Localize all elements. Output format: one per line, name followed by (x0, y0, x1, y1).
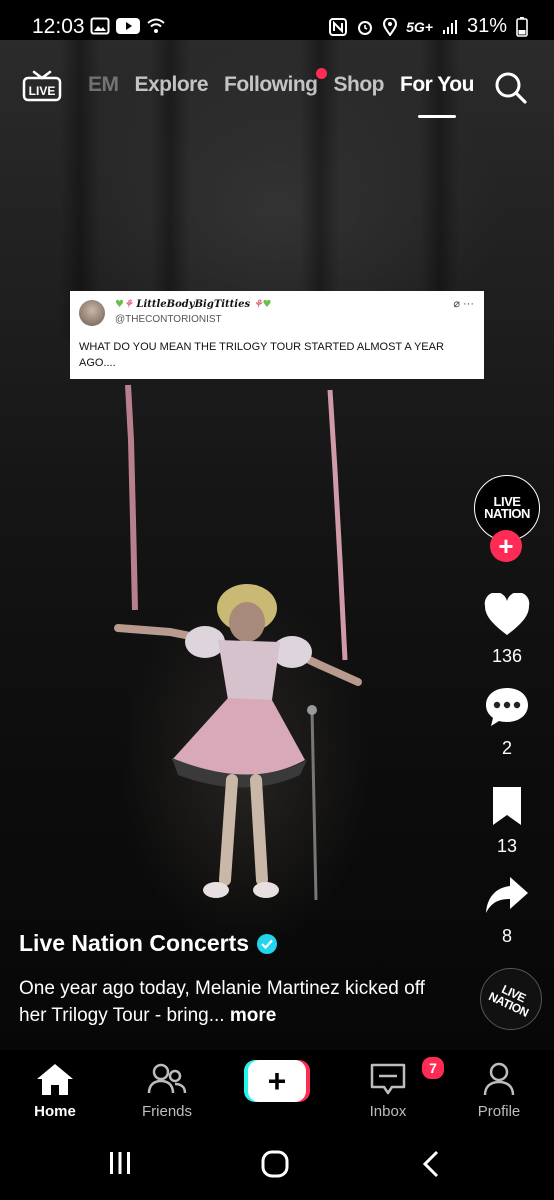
wifi-icon (147, 18, 165, 33)
gallery-icon (90, 17, 110, 35)
tweet-text: WHAT DO YOU MEAN THE TRILOGY TOUR STARTE… (79, 341, 444, 369)
notification-dot (315, 68, 327, 79)
comment-icon (486, 688, 528, 726)
share-arrow-icon (486, 877, 528, 913)
creator-name[interactable]: Live Nation Concerts (19, 930, 278, 957)
bottom-nav: Home Friends + 7 Inbox Profile (0, 1050, 554, 1138)
performer-figure (114, 384, 362, 901)
creator-name-text: Live Nation Concerts (19, 930, 250, 956)
verified-badge-icon (257, 933, 278, 954)
tweet-handle: @THECONTORIONIST (115, 314, 222, 325)
share-button[interactable]: 8 (474, 873, 540, 947)
tab-following-label: Following (224, 73, 318, 96)
comment-button[interactable]: 2 (474, 685, 540, 759)
bookmark-icon (493, 787, 521, 825)
tab-explore[interactable]: Explore (135, 73, 209, 97)
follow-button[interactable]: + (490, 530, 522, 562)
nav-profile[interactable]: Profile (454, 1062, 544, 1120)
network-label: 5G+ (406, 18, 433, 35)
like-count: 136 (491, 646, 523, 666)
tweet-display-name: ♥⚘ LittleBodyBigTitties ⚘♥ (115, 299, 272, 310)
profile-icon (483, 1062, 515, 1096)
inbox-badge: 7 (420, 1055, 446, 1081)
nav-inbox-label: Inbox (369, 1103, 407, 1120)
caption-more-link[interactable]: more (230, 1005, 276, 1026)
status-time: 12:03 (32, 15, 85, 38)
nav-friends[interactable]: Friends (122, 1062, 212, 1120)
plus-icon: + (248, 1060, 306, 1102)
inbox-icon (370, 1063, 406, 1095)
video-player[interactable] (0, 40, 554, 1050)
live-icon[interactable]: LIVE (22, 70, 62, 102)
nav-home[interactable]: Home (10, 1062, 100, 1120)
caption-text: One year ago today, Melanie Martinez kic… (19, 978, 425, 1026)
like-button[interactable]: 136 (474, 592, 540, 667)
recent-apps-icon[interactable] (108, 1150, 132, 1176)
nav-friends-label: Friends (141, 1103, 193, 1120)
save-count: 13 (496, 836, 518, 856)
live-label: LIVE (29, 84, 56, 98)
heart-icon (484, 592, 530, 635)
back-icon[interactable] (420, 1150, 442, 1178)
nfc-icon (329, 17, 348, 36)
search-icon[interactable] (494, 71, 528, 105)
home-button-icon[interactable] (261, 1150, 289, 1178)
share-count: 8 (501, 926, 512, 946)
tweet-options-icon: ⌀ ··· (453, 298, 474, 310)
nav-tabs: EM Explore Following Shop For You (88, 68, 474, 118)
battery-percent: 31% (466, 15, 507, 37)
tweet-screenshot: ♥⚘ LittleBodyBigTitties ⚘♥ @THECONTORION… (70, 291, 484, 379)
nav-inbox[interactable]: 7 Inbox (343, 1055, 446, 1120)
music-disc-logo: LIVE NATION (486, 982, 531, 1020)
tab-following[interactable]: Following (224, 68, 327, 97)
youtube-icon (116, 18, 140, 34)
create-button[interactable]: + (244, 1060, 310, 1102)
active-tab-underline (418, 115, 456, 118)
video-caption[interactable]: One year ago today, Melanie Martinez kic… (19, 975, 439, 1029)
nav-home-label: Home (34, 1103, 76, 1120)
friends-icon (147, 1063, 187, 1094)
home-icon (37, 1064, 73, 1095)
alarm-icon (358, 20, 373, 35)
signal-icon (442, 19, 457, 34)
tab-for-you-label: For You (400, 73, 474, 96)
top-nav: LIVE EM Explore Following Shop For You (0, 60, 554, 120)
comment-count: 2 (501, 738, 512, 758)
tab-for-you[interactable]: For You (400, 73, 474, 118)
music-disc[interactable]: LIVE NATION (480, 968, 542, 1030)
tab-em[interactable]: EM (88, 73, 119, 97)
live-nation-logo: LIVE NATION (484, 494, 530, 521)
system-nav-bar (0, 1138, 554, 1200)
tab-shop[interactable]: Shop (334, 73, 385, 97)
save-button[interactable]: 13 (474, 785, 540, 857)
location-icon (383, 17, 398, 36)
tweet-avatar (79, 300, 105, 326)
nav-profile-label: Profile (477, 1103, 521, 1120)
battery-icon (516, 16, 528, 37)
